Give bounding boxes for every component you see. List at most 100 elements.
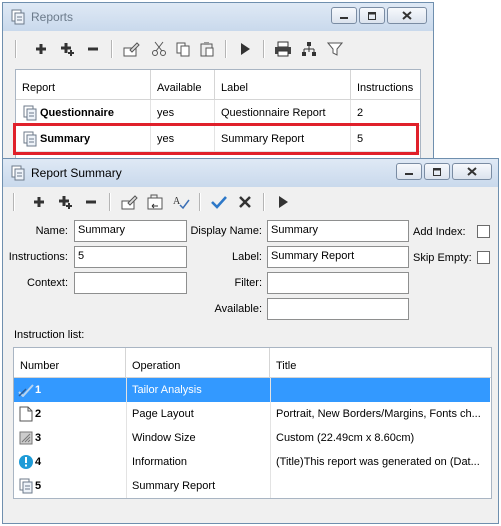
instruction-title: Custom (22.49cm x 8.60cm): [276, 432, 415, 444]
filter-button[interactable]: [325, 39, 345, 59]
instructions-field[interactable]: 5: [74, 246, 187, 268]
delete-button[interactable]: [235, 192, 255, 212]
column-header-label[interactable]: Label: [215, 70, 351, 100]
available-label: Available:: [214, 303, 263, 315]
instruction-operation: Page Layout: [132, 408, 194, 420]
edit-icon: [121, 195, 138, 210]
instruction-number: 4: [35, 456, 42, 468]
remove-button[interactable]: [83, 39, 103, 59]
column-header-number[interactable]: Number: [14, 348, 126, 378]
instruction-operation: Information: [132, 456, 188, 468]
table-row[interactable]: 3 Window Size Custom (22.49cm x 8.60cm): [14, 426, 490, 450]
close-icon: [402, 11, 412, 20]
column-header-available[interactable]: Available: [151, 70, 215, 100]
reports-window: Reports Report Available Label Instructi…: [2, 2, 434, 162]
hierarchy-button[interactable]: [299, 39, 319, 59]
add-multiple-button[interactable]: [57, 39, 77, 59]
add-multiple-button[interactable]: [55, 192, 75, 212]
skip-empty-checkbox[interactable]: [477, 251, 490, 264]
table-row[interactable]: 5 Summary Report: [14, 474, 490, 498]
column-header-operation[interactable]: Operation: [126, 348, 270, 378]
instructions-label: Instructions:: [8, 251, 68, 263]
reports-titlebar[interactable]: Reports: [3, 3, 433, 31]
print-button[interactable]: [273, 39, 293, 59]
minimize-icon: [340, 16, 348, 19]
window-size-icon: [19, 431, 33, 445]
check-button[interactable]: [209, 192, 229, 212]
report-icon: [11, 165, 25, 181]
report-icon: [11, 9, 25, 25]
maximize-button[interactable]: [359, 7, 385, 24]
run-button[interactable]: [273, 192, 293, 212]
instruction-list-label: Instruction list:: [14, 329, 85, 341]
instruction-operation: Tailor Analysis: [132, 384, 202, 396]
print-icon: [275, 41, 291, 57]
remove-icon: [88, 47, 98, 51]
copy-button[interactable]: [173, 39, 193, 59]
label-field[interactable]: Summary Report: [267, 246, 409, 268]
hierarchy-icon: [302, 42, 316, 56]
table-row[interactable]: 2 Page Layout Portrait, New Borders/Marg…: [14, 402, 490, 426]
reports-window-title: Reports: [31, 10, 74, 24]
close-icon: [467, 167, 477, 176]
check-icon: [211, 196, 227, 209]
display-name-label: Display Name:: [190, 225, 262, 237]
instruction-grid: Number Operation Title 1 Tailor Analysis…: [13, 347, 492, 499]
instruction-number: 1: [35, 384, 42, 396]
maximize-button[interactable]: [424, 163, 450, 180]
paste-button[interactable]: [197, 39, 217, 59]
edit-button[interactable]: [121, 39, 141, 59]
minimize-button[interactable]: [396, 163, 422, 180]
summary-window-title: Report Summary: [31, 166, 122, 180]
maximize-icon: [368, 11, 376, 20]
add-index-checkbox[interactable]: [477, 225, 490, 238]
page-icon: [19, 406, 33, 422]
display-name-field[interactable]: Summary: [267, 220, 409, 242]
copy-icon: [176, 42, 190, 57]
tailor-icon: [18, 384, 34, 397]
paste-icon: [200, 42, 214, 57]
selected-row-highlight: [13, 123, 419, 155]
run-icon: [241, 43, 250, 55]
filter-field[interactable]: [267, 272, 409, 294]
skip-empty-label: Skip Empty:: [413, 252, 472, 264]
column-header-instructions[interactable]: Instructions: [351, 70, 420, 100]
add-icon: [36, 44, 46, 54]
reports-toolbar: [9, 36, 427, 62]
edit-icon: [123, 42, 140, 57]
name-field[interactable]: Summary: [74, 220, 187, 242]
close-button[interactable]: [452, 163, 492, 180]
run-button[interactable]: [235, 39, 255, 59]
maximize-icon: [433, 167, 441, 176]
label-label: Label:: [232, 251, 262, 263]
table-row[interactable]: 4 Information (Title)This report was gen…: [14, 450, 490, 474]
report-name: Questionnaire: [40, 107, 114, 119]
spellcheck-icon: A: [173, 196, 190, 210]
run-icon: [279, 196, 288, 208]
close-button[interactable]: [387, 7, 427, 24]
available-field[interactable]: [267, 298, 409, 320]
add-multiple-icon: [61, 43, 74, 56]
move-button[interactable]: [145, 192, 165, 212]
add-button[interactable]: [31, 39, 51, 59]
context-label: Context:: [27, 277, 68, 289]
cut-icon: [152, 41, 166, 56]
report-summary-window: Report Summary A Name: Summary Instructi…: [2, 158, 499, 524]
edit-button[interactable]: [119, 192, 139, 212]
column-header-title[interactable]: Title: [270, 348, 491, 378]
summary-toolbar: A: [9, 189, 492, 215]
remove-button[interactable]: [81, 192, 101, 212]
report-icon: [23, 105, 37, 121]
instruction-operation: Summary Report: [132, 480, 216, 492]
spellcheck-button[interactable]: A: [171, 192, 191, 212]
name-label: Name:: [35, 225, 68, 237]
minimize-button[interactable]: [331, 7, 357, 24]
add-button[interactable]: [29, 192, 49, 212]
instruction-title: (Title)This report was generated on (Dat…: [276, 456, 480, 468]
add-icon: [34, 197, 44, 207]
summary-titlebar[interactable]: Report Summary: [3, 159, 498, 187]
column-header-report[interactable]: Report: [16, 70, 151, 100]
cut-button[interactable]: [149, 39, 169, 59]
context-field[interactable]: [74, 272, 187, 294]
table-row[interactable]: 1 Tailor Analysis: [14, 378, 490, 402]
